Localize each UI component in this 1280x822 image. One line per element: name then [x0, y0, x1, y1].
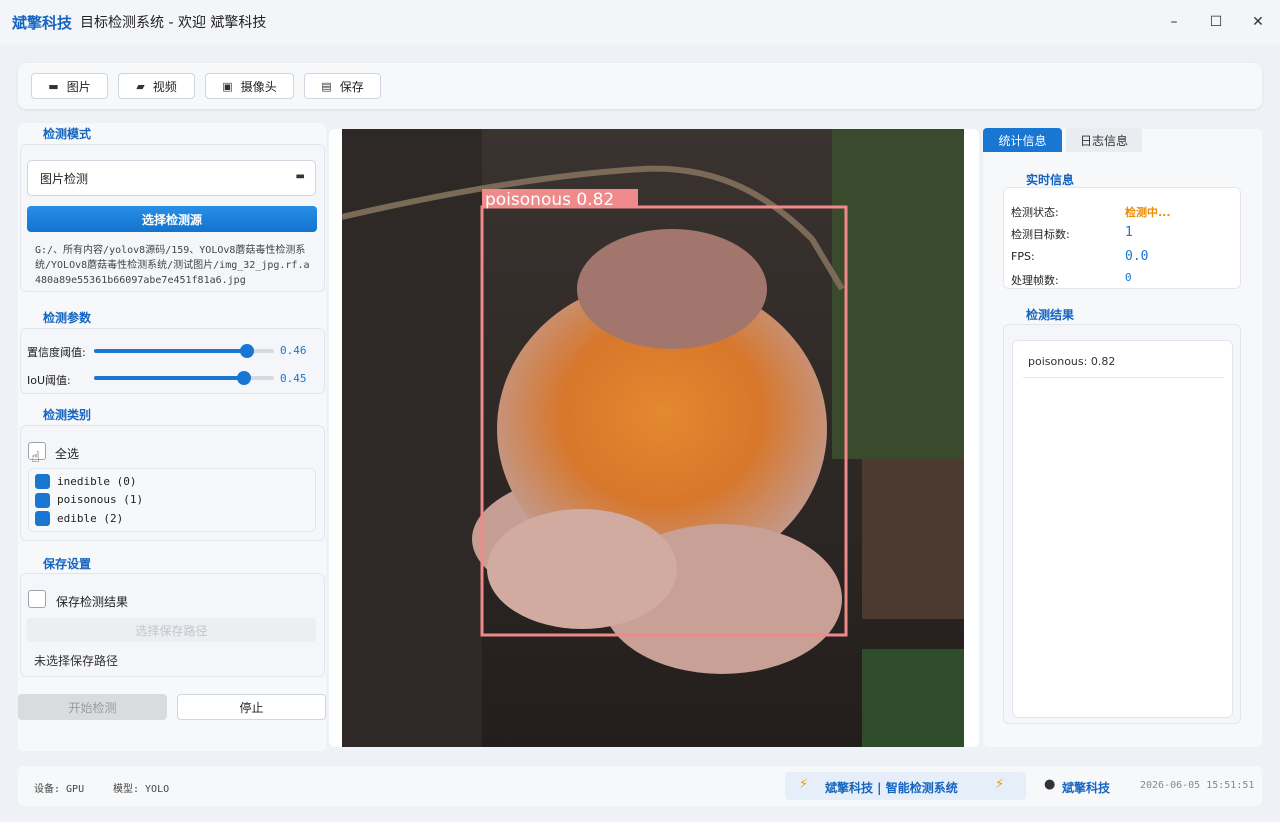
user-icon: ● [1044, 777, 1056, 792]
lightning-icon: ⚡ [995, 777, 1005, 792]
tab-log[interactable]: 日志信息 [1066, 128, 1142, 152]
dropdown-icon: ▬ [295, 171, 305, 182]
class-checkbox-edible[interactable] [35, 511, 50, 526]
maximize-button[interactable]: ☐ [1198, 0, 1234, 44]
fps-value: 0.0 [1125, 249, 1149, 264]
user-name: 斌擎科技 [1062, 781, 1111, 795]
app-brand: 斌擎科技 [12, 13, 73, 32]
result-divider [1023, 377, 1224, 378]
iou-label: IoU阈值: [27, 374, 71, 387]
camera-button[interactable]: ▣ 摄像头 [205, 73, 294, 99]
image-button-label: 图片 [66, 79, 91, 94]
detect-mode-title: 检测模式 [43, 127, 92, 141]
class-checkbox-poisonous[interactable] [35, 493, 50, 508]
detect-mode-value: 图片检测 [40, 171, 89, 186]
device-info: 设备: GPU [34, 784, 85, 795]
lightning-icon: ⚡ [799, 777, 809, 792]
params-title: 检测参数 [43, 311, 92, 325]
result-item: poisonous: 0.82 [1028, 355, 1116, 368]
iou-slider-handle[interactable] [237, 371, 251, 385]
results-list: poisonous: 0.82 [1012, 340, 1233, 718]
count-label: 检测目标数: [1011, 228, 1070, 241]
choose-save-path-button[interactable]: 选择保存路径 [27, 618, 316, 642]
image-panel: poisonous 0.82 [329, 129, 979, 747]
detect-mode-select[interactable]: 图片检测 ▬ [27, 160, 316, 196]
select-all-label: 全选 [55, 447, 80, 461]
class-checkbox-inedible[interactable] [35, 474, 50, 489]
camera-button-label: 摄像头 [240, 79, 277, 94]
conf-slider-fill [94, 349, 247, 353]
results-title: 检测结果 [1026, 308, 1075, 322]
save-button[interactable]: ▤ 保存 [304, 73, 381, 99]
image-button[interactable]: ▬ 图片 [31, 73, 108, 99]
tab-statistics[interactable]: 统计信息 [983, 128, 1062, 152]
stop-button[interactable]: 停止 [177, 694, 326, 720]
status-value: 检测中... [1125, 206, 1171, 219]
video-icon: ▰ [136, 79, 145, 93]
frames-value: 0 [1125, 271, 1132, 284]
start-detection-button[interactable]: 开始检测 [18, 694, 167, 720]
video-button[interactable]: ▰ 视频 [118, 73, 195, 99]
window-controls: – ☐ ✕ [1156, 0, 1280, 44]
choose-source-button[interactable]: 选择检测源 [27, 206, 317, 232]
count-value: 1 [1125, 225, 1133, 240]
app-body: ▬ 图片 ▰ 视频 ▣ 摄像头 ▤ 保存 检测模式 图片检测 ▬ 选择检测源 G… [0, 44, 1280, 822]
fps-label: FPS: [1011, 250, 1035, 263]
save-button-label: 保存 [339, 79, 364, 94]
camera-icon: ▣ [222, 79, 233, 93]
save-path-status: 未选择保存路径 [34, 654, 119, 668]
realtime-title: 实时信息 [1026, 173, 1075, 187]
save-settings-title: 保存设置 [43, 557, 92, 571]
floppy-icon: ▤ [321, 79, 332, 93]
banner: ⚡ 斌擎科技 | 智能检测系统 ⚡ [785, 772, 1026, 800]
conf-label: 置信度阈值: [27, 346, 86, 359]
save-results-checkbox[interactable] [28, 590, 46, 608]
datetime: 2026-06-05 15:51:51 [1140, 780, 1255, 791]
video-button-label: 视频 [152, 79, 177, 94]
window-title: 目标检测系统 - 欢迎 斌擎科技 [80, 15, 267, 31]
iou-value: 0.45 [280, 372, 307, 385]
class-label-poisonous: poisonous (1) [57, 493, 144, 506]
class-label-inedible: inedible (0) [57, 475, 137, 488]
detection-image: poisonous 0.82 [342, 129, 964, 747]
save-results-label: 保存检测结果 [56, 595, 129, 609]
toolbar: ▬ 图片 ▰ 视频 ▣ 摄像头 ▤ 保存 [18, 63, 1262, 109]
hand-cursor-icon: ☝ [31, 448, 41, 466]
banner-text: 斌擎科技 | 智能检测系统 [825, 781, 958, 795]
source-path: G:/、所有内容/yolov8源码/159、YOLOv8蘑菇毒性检测系统/YOL… [35, 245, 310, 286]
iou-slider-fill [94, 376, 244, 380]
close-button[interactable]: ✕ [1240, 0, 1276, 44]
model-info: 模型: YOLO [113, 784, 170, 795]
minimize-button[interactable]: – [1156, 0, 1192, 44]
title-bar: 斌擎科技 目标检测系统 - 欢迎 斌擎科技 – ☐ ✕ [0, 0, 1280, 44]
conf-value: 0.46 [280, 344, 307, 357]
bbox-label: poisonous 0.82 [485, 190, 614, 210]
classes-title: 检测类别 [43, 408, 92, 422]
image-icon: ▬ [48, 79, 59, 93]
class-label-edible: edible (2) [57, 512, 124, 525]
status-label: 检测状态: [1011, 206, 1059, 219]
frames-label: 处理帧数: [1011, 274, 1059, 287]
conf-slider-handle[interactable] [240, 344, 254, 358]
status-bar: 设备: GPU 模型: YOLO ⚡ 斌擎科技 | 智能检测系统 ⚡ ● 斌擎科… [18, 766, 1262, 806]
